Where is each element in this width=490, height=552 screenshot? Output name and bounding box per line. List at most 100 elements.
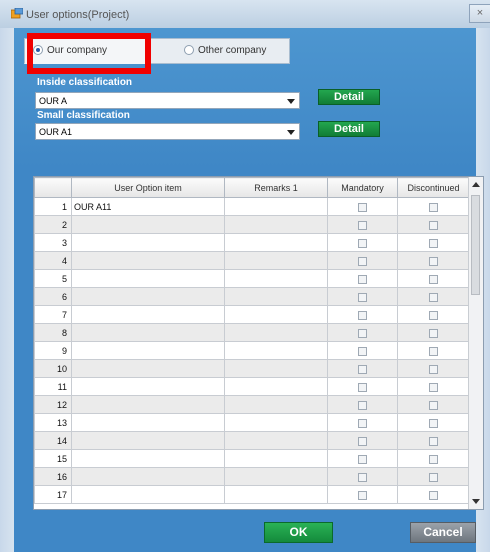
table-row[interactable]: 10 (34, 359, 469, 378)
table-row[interactable]: 7 (34, 305, 469, 324)
table-row[interactable]: 5 (34, 269, 469, 288)
remarks-cell[interactable] (224, 485, 328, 504)
remarks-cell[interactable] (224, 413, 328, 432)
mandatory-checkbox[interactable] (358, 400, 367, 410)
user-option-item-cell[interactable] (71, 305, 225, 324)
mandatory-checkbox[interactable] (358, 418, 367, 428)
mandatory-checkbox[interactable] (358, 382, 367, 392)
mandatory-checkbox[interactable] (358, 364, 367, 374)
remarks-cell[interactable] (224, 251, 328, 270)
remarks-cell[interactable] (224, 467, 328, 486)
inside-detail-button[interactable]: Detail (318, 89, 380, 105)
discontinued-checkbox[interactable] (429, 490, 438, 500)
table-row[interactable]: 12 (34, 395, 469, 414)
mandatory-checkbox[interactable] (358, 310, 367, 320)
scroll-up-arrow-icon[interactable] (472, 182, 480, 187)
discontinued-checkbox[interactable] (429, 238, 438, 248)
discontinued-checkbox[interactable] (429, 418, 438, 428)
table-row[interactable]: 3 (34, 233, 469, 252)
table-row[interactable]: 4 (34, 251, 469, 270)
user-option-item-cell[interactable] (71, 341, 225, 360)
discontinued-checkbox[interactable] (429, 400, 438, 410)
remarks-cell[interactable] (224, 323, 328, 342)
user-option-item-cell[interactable] (71, 485, 225, 504)
column-header-mandatory[interactable]: Mandatory (327, 177, 398, 198)
mandatory-checkbox[interactable] (358, 454, 367, 464)
small-detail-button[interactable]: Detail (318, 121, 380, 137)
table-row[interactable]: 1 OUR A11 (34, 197, 469, 216)
scroll-thumb[interactable] (471, 195, 480, 295)
table-row[interactable]: 13 (34, 413, 469, 432)
mandatory-checkbox[interactable] (358, 202, 367, 212)
table-row[interactable]: 6 (34, 287, 469, 306)
remarks-cell[interactable] (224, 449, 328, 468)
table-row[interactable]: 8 (34, 323, 469, 342)
user-option-item-cell[interactable] (71, 413, 225, 432)
grid-vertical-scrollbar[interactable] (468, 177, 483, 509)
table-row[interactable]: 2 (34, 215, 469, 234)
discontinued-checkbox[interactable] (429, 310, 438, 320)
table-row[interactable]: 9 (34, 341, 469, 360)
discontinued-checkbox[interactable] (429, 436, 438, 446)
remarks-cell[interactable] (224, 305, 328, 324)
remarks-cell[interactable] (224, 269, 328, 288)
user-option-item-cell[interactable] (71, 359, 225, 378)
close-button[interactable]: × (469, 4, 490, 23)
mandatory-checkbox[interactable] (358, 220, 367, 230)
user-option-item-cell[interactable] (71, 287, 225, 306)
column-header-user-option-item[interactable]: User Option item (71, 177, 225, 198)
discontinued-checkbox[interactable] (429, 256, 438, 266)
user-option-item-cell[interactable] (71, 449, 225, 468)
discontinued-checkbox[interactable] (429, 382, 438, 392)
remarks-cell[interactable] (224, 395, 328, 414)
remarks-cell[interactable] (224, 215, 328, 234)
remarks-cell[interactable] (224, 341, 328, 360)
table-row[interactable]: 17 (34, 485, 469, 504)
user-option-item-cell[interactable] (71, 269, 225, 288)
tab-other-company[interactable]: Other company (150, 38, 290, 64)
table-row[interactable]: 11 (34, 377, 469, 396)
user-option-item-cell[interactable] (71, 377, 225, 396)
discontinued-checkbox[interactable] (429, 328, 438, 338)
mandatory-checkbox[interactable] (358, 292, 367, 302)
mandatory-checkbox[interactable] (358, 436, 367, 446)
discontinued-checkbox[interactable] (429, 202, 438, 212)
column-header-remarks-1[interactable]: Remarks 1 (224, 177, 328, 198)
user-option-item-cell[interactable] (71, 323, 225, 342)
user-option-item-cell[interactable] (71, 467, 225, 486)
ok-button[interactable]: OK (264, 522, 333, 543)
mandatory-checkbox[interactable] (358, 490, 367, 500)
discontinued-checkbox[interactable] (429, 346, 438, 356)
discontinued-checkbox[interactable] (429, 472, 438, 482)
user-option-item-cell[interactable] (71, 215, 225, 234)
inside-classification-select[interactable]: OUR A (35, 92, 300, 109)
mandatory-checkbox[interactable] (358, 328, 367, 338)
radio-other-company[interactable] (184, 45, 194, 55)
table-row[interactable]: 15 (34, 449, 469, 468)
column-header-number[interactable] (34, 177, 72, 198)
table-row[interactable]: 16 (34, 467, 469, 486)
discontinued-checkbox[interactable] (429, 454, 438, 464)
mandatory-checkbox[interactable] (358, 346, 367, 356)
remarks-cell[interactable] (224, 287, 328, 306)
remarks-cell[interactable] (224, 359, 328, 378)
small-classification-select[interactable]: OUR A1 (35, 123, 300, 140)
user-option-item-cell[interactable] (71, 395, 225, 414)
remarks-cell[interactable] (224, 197, 328, 216)
scroll-down-arrow-icon[interactable] (472, 499, 480, 504)
discontinued-checkbox[interactable] (429, 292, 438, 302)
column-header-discontinued[interactable]: Discontinued (397, 177, 469, 198)
user-option-item-cell[interactable] (71, 233, 225, 252)
user-option-item-cell[interactable] (71, 431, 225, 450)
remarks-cell[interactable] (224, 431, 328, 450)
table-row[interactable]: 14 (34, 431, 469, 450)
user-option-item-cell[interactable]: OUR A11 (71, 197, 225, 216)
remarks-cell[interactable] (224, 377, 328, 396)
discontinued-checkbox[interactable] (429, 364, 438, 374)
mandatory-checkbox[interactable] (358, 256, 367, 266)
discontinued-checkbox[interactable] (429, 274, 438, 284)
mandatory-checkbox[interactable] (358, 238, 367, 248)
remarks-cell[interactable] (224, 233, 328, 252)
cancel-button[interactable]: Cancel (410, 522, 476, 543)
mandatory-checkbox[interactable] (358, 274, 367, 284)
